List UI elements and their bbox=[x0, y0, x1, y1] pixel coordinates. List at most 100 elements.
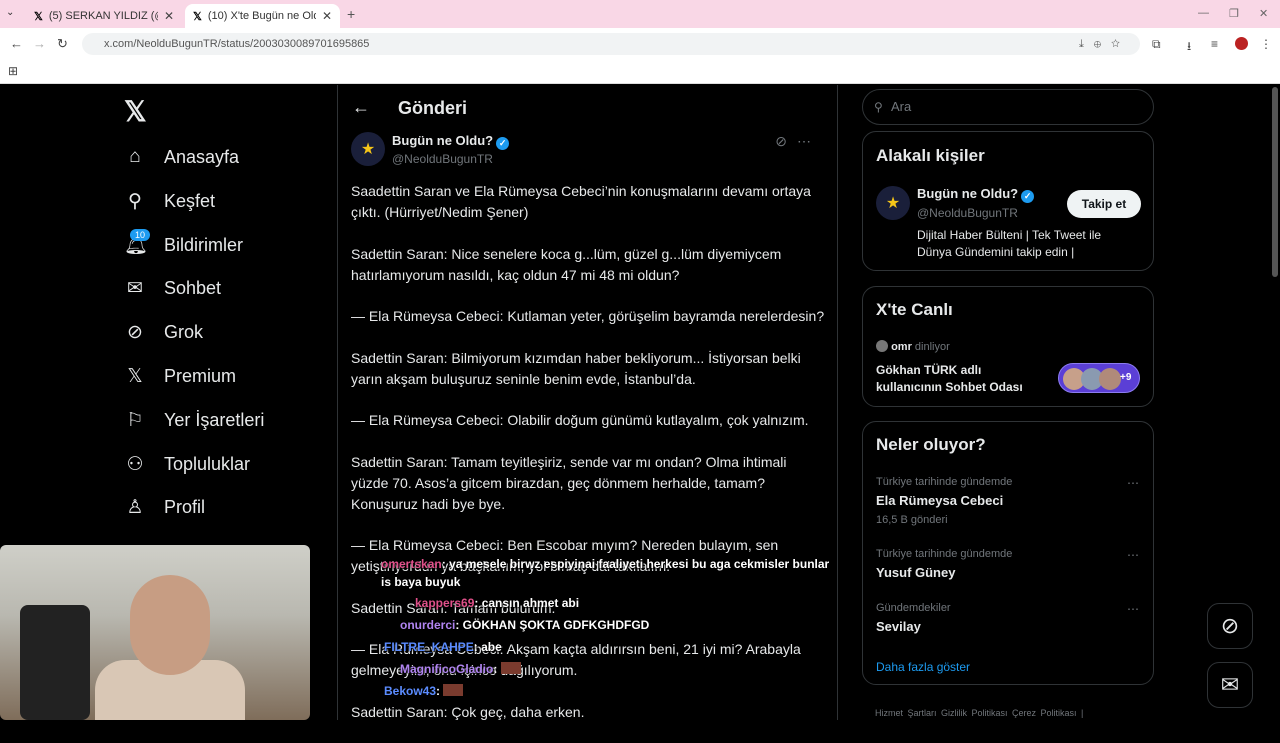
live-host: omr bbox=[891, 341, 912, 353]
browser-tab-2[interactable]: 𝕏 (10) X'te Bugün ne Oldu?: "Saadettin" … bbox=[185, 4, 340, 28]
search-input[interactable]: ⚲ Ara bbox=[862, 89, 1154, 125]
person-icon: ♙ bbox=[126, 496, 144, 518]
more-icon[interactable]: ⋯ bbox=[797, 133, 821, 149]
sidebar-item-label: Profil bbox=[164, 496, 206, 517]
sidebar-item-communities[interactable]: ⚇ Topluluklar bbox=[124, 449, 250, 479]
menu-icon[interactable]: ⋮ bbox=[1260, 37, 1272, 51]
chat-text: : cansın ahmet abi bbox=[474, 596, 580, 610]
chat-text: : abe bbox=[473, 640, 502, 654]
chat-text: : GÖKHAN ŞOKTA GDFKGHDFGD bbox=[455, 618, 650, 632]
sidebar-item-label: Premium bbox=[164, 365, 237, 386]
search-icon: ⚲ bbox=[874, 100, 883, 114]
more-icon[interactable]: ⋯ bbox=[1127, 602, 1139, 616]
omnibox-icons[interactable]: ⤓⊕☆ bbox=[1079, 33, 1130, 55]
chat-user: kappers69 bbox=[415, 596, 475, 610]
grok-icon[interactable]: ⊘ bbox=[775, 133, 797, 149]
reload-icon[interactable]: ↻ bbox=[57, 36, 68, 52]
grok-icon: ⊘ bbox=[127, 321, 143, 343]
mail-icon: ✉ bbox=[127, 277, 143, 299]
participant-avatar bbox=[1099, 368, 1121, 390]
chat-user: MagnificoGladio bbox=[400, 662, 494, 676]
more-icon[interactable]: ⋯ bbox=[1127, 548, 1139, 562]
tab-title: (10) X'te Bugün ne Oldu?: "Saadettin" bbox=[207, 10, 316, 22]
webcam-face bbox=[130, 575, 210, 675]
people-icon: ⚇ bbox=[126, 453, 144, 475]
live-card[interactable]: X'te Canlı omr dinliyor Gökhan TÜRK adlı… bbox=[862, 286, 1154, 407]
chat-message: kappers69: cansın ahmet abi bbox=[415, 596, 579, 610]
extensions-icon[interactable]: ⧉ bbox=[1152, 37, 1161, 52]
trend-item[interactable]: Türkiye tarihinde gündemde Ela Rümeysa C… bbox=[876, 476, 1012, 526]
back-arrow-icon[interactable]: ← bbox=[352, 97, 370, 118]
minimize-icon[interactable]: — bbox=[1198, 7, 1209, 19]
sidebar-item-label: Yer İşaretleri bbox=[164, 409, 265, 430]
related-avatar[interactable]: ★ bbox=[876, 186, 910, 220]
host-avatar bbox=[876, 340, 888, 352]
sidebar-item-bookmarks[interactable]: ⚐ Yer İşaretleri bbox=[124, 405, 264, 435]
browser-tab-1[interactable]: 𝕏 (5) SERKAN YILDIZ (@serkan80) ✕ bbox=[26, 4, 182, 28]
mail-icon: ✉ bbox=[1220, 672, 1240, 697]
author-avatar[interactable]: ★ bbox=[351, 132, 385, 166]
back-icon[interactable]: ← bbox=[10, 36, 23, 51]
related-bio: Dijital Haber Bülteni | Tek Tweet ile Dü… bbox=[917, 228, 1102, 259]
sidebar-item-grok[interactable]: ⊘ Grok bbox=[124, 317, 203, 347]
post-actions[interactable]: ⊘⋯ bbox=[775, 133, 821, 150]
x-favicon-icon: 𝕏 bbox=[193, 10, 202, 23]
live-participants[interactable]: +9 bbox=[1058, 363, 1140, 393]
x-logo-icon[interactable]: 𝕏 bbox=[124, 95, 147, 128]
notification-badge: 10 bbox=[130, 229, 151, 241]
tab-search-icon[interactable]: ⌄ bbox=[6, 7, 14, 18]
reading-list-icon[interactable]: ≡ bbox=[1211, 37, 1218, 51]
trend-item[interactable]: Türkiye tarihinde gündemde Yusuf Güney bbox=[876, 548, 1012, 580]
tweet-paragraph: Sadettin Saran: Nice senelere koca g...l… bbox=[351, 245, 782, 283]
tweet-paragraph: — Ela Rümeysa Cebeci: Kutlaman yeter, gö… bbox=[351, 308, 825, 324]
sidebar-item-explore[interactable]: ⚲ Keşfet bbox=[124, 186, 215, 216]
maximize-icon[interactable]: ❐ bbox=[1229, 7, 1239, 20]
url-field[interactable]: x.com/NeolduBugunTR/status/2003030089701… bbox=[82, 33, 1140, 55]
related-name[interactable]: Bugün ne Oldu? ✓ bbox=[917, 186, 1035, 203]
forward-icon[interactable]: → bbox=[33, 36, 46, 51]
footer-links[interactable]: Hizmet Şartları Gizlilik Politikası Çere… bbox=[875, 708, 1083, 718]
trend-posts: 16,5 B gönderi bbox=[876, 514, 948, 526]
author-handle[interactable]: @NeolduBugunTR bbox=[392, 152, 493, 166]
tweet-paragraph: — Ela Rümeysa Cebeci: Olabilir doğum gün… bbox=[351, 412, 809, 428]
show-more-link[interactable]: Daha fazla göster bbox=[876, 660, 970, 674]
tweet-paragraph: Sadettin Saran: Çok geç, daha erken. bbox=[351, 703, 585, 720]
search-placeholder: Ara bbox=[891, 99, 912, 114]
messages-fab[interactable]: ✉ bbox=[1207, 662, 1253, 708]
new-tab-icon[interactable]: + bbox=[347, 6, 355, 22]
scrollbar[interactable] bbox=[1272, 87, 1278, 277]
author-name[interactable]: Bugün ne Oldu? ✓ bbox=[392, 133, 510, 150]
browser-tabbar: ⌄ 𝕏 (5) SERKAN YILDIZ (@serkan80) ✕ 𝕏 (1… bbox=[0, 0, 1280, 28]
apps-icon[interactable]: ⊞ bbox=[8, 64, 18, 78]
sidebar-item-premium[interactable]: 𝕏 Premium bbox=[124, 361, 236, 391]
follow-button[interactable]: Takip et bbox=[1067, 190, 1141, 218]
close-icon[interactable]: ✕ bbox=[322, 9, 332, 23]
trend-item[interactable]: Gündemdekiler Sevilay bbox=[876, 602, 951, 634]
chat-message: FILTRE_KAHPE: abe bbox=[384, 640, 502, 654]
close-icon[interactable]: ✕ bbox=[164, 9, 174, 23]
sidebar-item-label: Sohbet bbox=[164, 277, 222, 298]
trend-context: Gündemdekiler bbox=[876, 602, 951, 614]
chat-message: is baya buyuk bbox=[381, 575, 460, 589]
verified-icon: ✓ bbox=[1021, 190, 1035, 203]
trends-card: Neler oluyor? Türkiye tarihinde gündemde… bbox=[862, 421, 1154, 685]
trend-context: Türkiye tarihinde gündemde bbox=[876, 476, 1013, 488]
sidebar-item-home[interactable]: ⌂ Anasayfa bbox=[124, 142, 239, 172]
profile-avatar[interactable] bbox=[1235, 37, 1248, 50]
chat-text: : ya mesele birwz espiyinai faaliyeti he… bbox=[441, 557, 830, 571]
window-close-icon[interactable]: ✕ bbox=[1259, 7, 1268, 20]
verified-icon: ✓ bbox=[496, 137, 510, 150]
chat-message: Bekow43: bbox=[384, 684, 464, 698]
sidebar-item-chat[interactable]: ✉ Sohbet bbox=[124, 273, 221, 303]
chat-user: omertskan bbox=[381, 557, 442, 571]
card-title: Neler oluyor? bbox=[876, 435, 986, 454]
chat-message: MagnificoGladio: bbox=[400, 662, 521, 676]
more-icon[interactable]: ⋯ bbox=[1127, 476, 1139, 490]
related-handle[interactable]: @NeolduBugunTR bbox=[917, 206, 1018, 220]
sidebar-item-profile[interactable]: ♙ Profil bbox=[124, 492, 205, 522]
download-icon[interactable]: ⭳ bbox=[1187, 37, 1191, 58]
chat-text: is baya buyuk bbox=[381, 575, 461, 589]
grok-fab[interactable]: ⊘ bbox=[1207, 603, 1253, 649]
chat-user: Bekow43 bbox=[384, 684, 437, 698]
bookmarks-bar: ⊞ bbox=[0, 60, 1280, 84]
